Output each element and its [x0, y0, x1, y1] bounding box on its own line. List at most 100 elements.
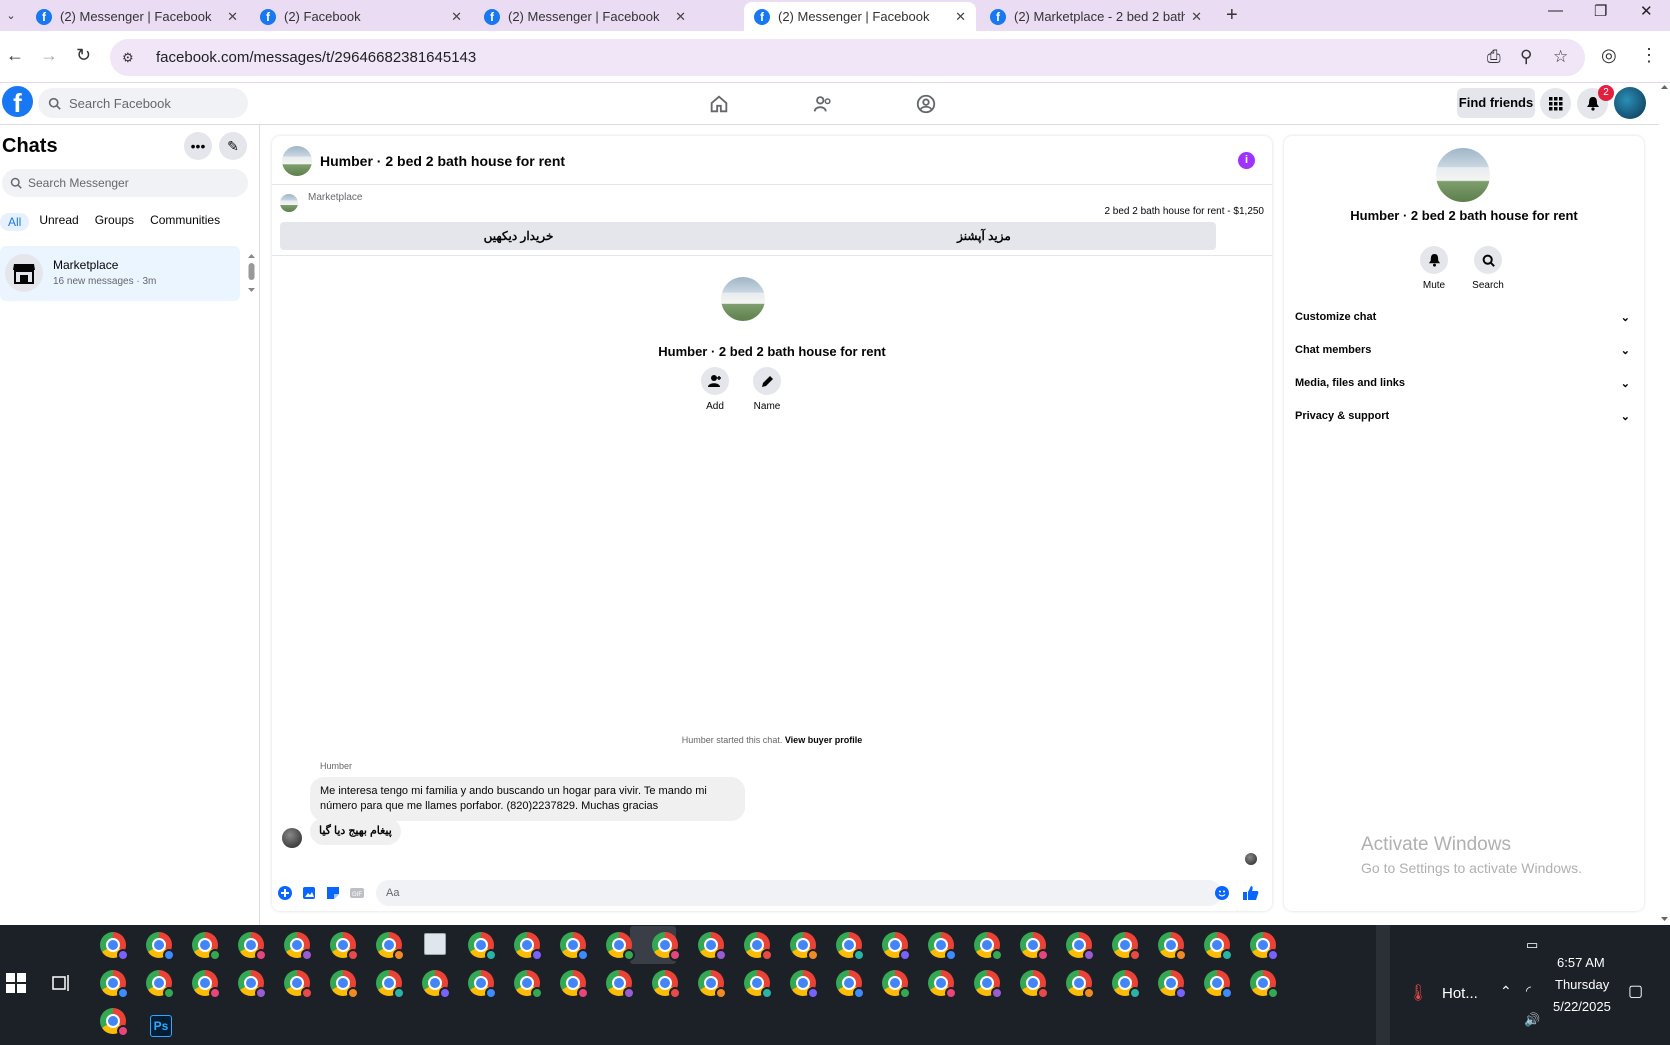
chrome-window-icon[interactable] — [652, 970, 681, 999]
clock-time[interactable]: 6:57 AM — [1557, 955, 1605, 970]
message-input[interactable]: Aa — [376, 880, 1222, 906]
chrome-window-icon[interactable] — [744, 932, 773, 961]
more-options-button[interactable]: مزید آپشنز — [752, 222, 1216, 250]
info-icon[interactable]: i — [1238, 152, 1255, 169]
chrome-window-icon[interactable] — [514, 932, 543, 961]
house-listing-avatar[interactable] — [282, 146, 312, 176]
sticker-icon[interactable] — [326, 886, 340, 900]
chrome-window-icon[interactable] — [330, 970, 359, 999]
browser-tab-1[interactable]: f (2) Messenger | Facebook ✕ — [26, 2, 248, 31]
emoji-icon[interactable] — [1215, 886, 1229, 900]
browser-tab-4-active[interactable]: f (2) Messenger | Facebook ✕ — [744, 2, 976, 31]
chat-list-scrollbar[interactable] — [247, 252, 256, 294]
chrome-window-icon[interactable] — [1020, 932, 1049, 961]
chrome-window-icon[interactable] — [606, 932, 635, 961]
chrome-window-icon[interactable] — [606, 970, 635, 999]
messenger-search-input[interactable]: Search Messenger — [2, 169, 248, 197]
chrome-window-icon[interactable] — [698, 932, 727, 961]
plus-circle-icon[interactable] — [278, 886, 292, 900]
facebook-search-input[interactable]: Search Facebook — [38, 88, 248, 118]
facebook-logo-icon[interactable]: f — [2, 86, 33, 118]
app-window-icon[interactable] — [424, 933, 446, 955]
friends-icon[interactable] — [812, 93, 834, 115]
listing-price[interactable]: 2 bed 2 bath house for rent - $1,250 — [1104, 206, 1264, 217]
chrome-window-icon[interactable] — [974, 970, 1003, 999]
chrome-window-icon[interactable] — [1158, 970, 1187, 999]
gif-icon[interactable]: GIF — [350, 886, 364, 900]
chrome-window-icon[interactable] — [1204, 970, 1233, 999]
menu-grid-icon[interactable] — [1540, 88, 1571, 119]
chrome-window-icon[interactable] — [146, 970, 175, 999]
meet-now-icon[interactable]: ▭ — [1526, 937, 1538, 953]
chrome-window-icon[interactable] — [744, 970, 773, 999]
close-tab-icon[interactable]: ✕ — [227, 9, 238, 25]
sender-avatar[interactable] — [282, 828, 302, 848]
browser-tab-2[interactable]: f (2) Facebook ✕ — [250, 2, 472, 31]
browser-menu-icon[interactable]: ⋮ — [1640, 45, 1658, 66]
chrome-window-icon[interactable] — [882, 932, 911, 961]
chrome-window-icon[interactable] — [468, 932, 497, 961]
windows-start-icon[interactable] — [6, 973, 26, 993]
filter-communities[interactable]: Communities — [150, 213, 220, 231]
new-message-icon[interactable]: ✎ — [219, 132, 247, 160]
weather-thermometer-icon[interactable]: 🌡 — [1408, 983, 1428, 1003]
browser-tab-5[interactable]: f (2) Marketplace - 2 bed 2 bath h ✕ — [980, 2, 1212, 31]
chrome-window-icon[interactable] — [836, 970, 865, 999]
chrome-window-icon[interactable] — [790, 932, 819, 961]
chrome-window-icon[interactable] — [1066, 932, 1095, 961]
taskbar-scrollbar[interactable] — [1376, 925, 1390, 1045]
bookmark-star-icon[interactable]: ☆ — [1553, 47, 1568, 67]
notification-center-icon[interactable]: ▢ — [1628, 981, 1643, 1001]
back-icon[interactable]: ← — [6, 45, 24, 66]
chat-item-marketplace[interactable]: Marketplace 16 new messages · 3m — [0, 246, 240, 301]
close-window-icon[interactable]: ✕ — [1640, 2, 1653, 20]
close-tab-icon[interactable]: ✕ — [1191, 9, 1202, 25]
name-chat-button[interactable]: Name — [742, 367, 792, 412]
view-buyer-button[interactable]: خریدار دیکھیں — [280, 222, 757, 250]
photoshop-icon[interactable]: Ps — [150, 1015, 172, 1037]
chrome-window-icon[interactable] — [1112, 970, 1141, 999]
home-icon[interactable] — [708, 93, 730, 115]
mute-button[interactable]: Mute — [1409, 246, 1459, 291]
chrome-window-icon[interactable] — [100, 1008, 129, 1037]
chrome-window-icon[interactable] — [1204, 932, 1233, 961]
photo-icon[interactable] — [302, 886, 316, 900]
find-friends-button[interactable]: Find friends — [1457, 88, 1535, 118]
chrome-window-icon[interactable] — [192, 932, 221, 961]
message-bubble[interactable]: Me interesa tengo mi familia y ando busc… — [310, 777, 745, 821]
weather-text[interactable]: Hot... — [1442, 985, 1478, 1002]
filter-unread[interactable]: Unread — [39, 213, 78, 231]
clock-date[interactable]: 5/22/2025 — [1553, 999, 1611, 1014]
chrome-window-icon[interactable] — [100, 932, 129, 961]
chrome-window-icon[interactable] — [146, 932, 175, 961]
chrome-window-icon[interactable] — [192, 970, 221, 999]
volume-icon[interactable]: 🔊 — [1524, 1012, 1540, 1028]
chrome-window-icon[interactable] — [330, 932, 359, 961]
chrome-window-icon[interactable] — [698, 970, 727, 999]
chrome-window-icon[interactable] — [560, 932, 589, 961]
wifi-icon[interactable]: ◜ — [1526, 983, 1531, 999]
chrome-window-icon[interactable] — [836, 932, 865, 961]
chrome-window-icon[interactable] — [422, 970, 451, 999]
new-tab-icon[interactable]: + — [1226, 4, 1238, 27]
profile-icon[interactable]: ◎ — [1601, 45, 1617, 66]
thumbs-up-icon[interactable] — [1243, 885, 1259, 901]
install-app-icon[interactable]: ⎙ — [1487, 47, 1501, 67]
chrome-window-icon[interactable] — [652, 932, 681, 961]
chrome-window-icon[interactable] — [514, 970, 543, 999]
message-bubble-sent-notice[interactable]: پیغام بھیج دیا گیا — [310, 818, 401, 845]
url-bar[interactable]: ⚙ facebook.com/messages/t/29646682381645… — [110, 39, 1585, 76]
chrome-window-icon[interactable] — [376, 932, 405, 961]
minimize-icon[interactable]: — — [1548, 2, 1563, 19]
chrome-window-icon[interactable] — [376, 970, 405, 999]
restore-icon[interactable]: ❐ — [1594, 2, 1607, 20]
add-people-button[interactable]: Add — [690, 367, 740, 412]
browser-tab-3[interactable]: f (2) Messenger | Facebook ✕ — [474, 2, 696, 31]
close-tab-icon[interactable]: ✕ — [955, 9, 966, 25]
privacy-support-section[interactable]: Privacy & support ⌄ — [1295, 410, 1630, 423]
chrome-window-icon[interactable] — [238, 932, 267, 961]
chrome-window-icon[interactable] — [790, 970, 819, 999]
account-avatar[interactable] — [1614, 87, 1646, 119]
chrome-window-icon[interactable] — [928, 932, 957, 961]
chrome-window-icon[interactable] — [1250, 932, 1279, 961]
